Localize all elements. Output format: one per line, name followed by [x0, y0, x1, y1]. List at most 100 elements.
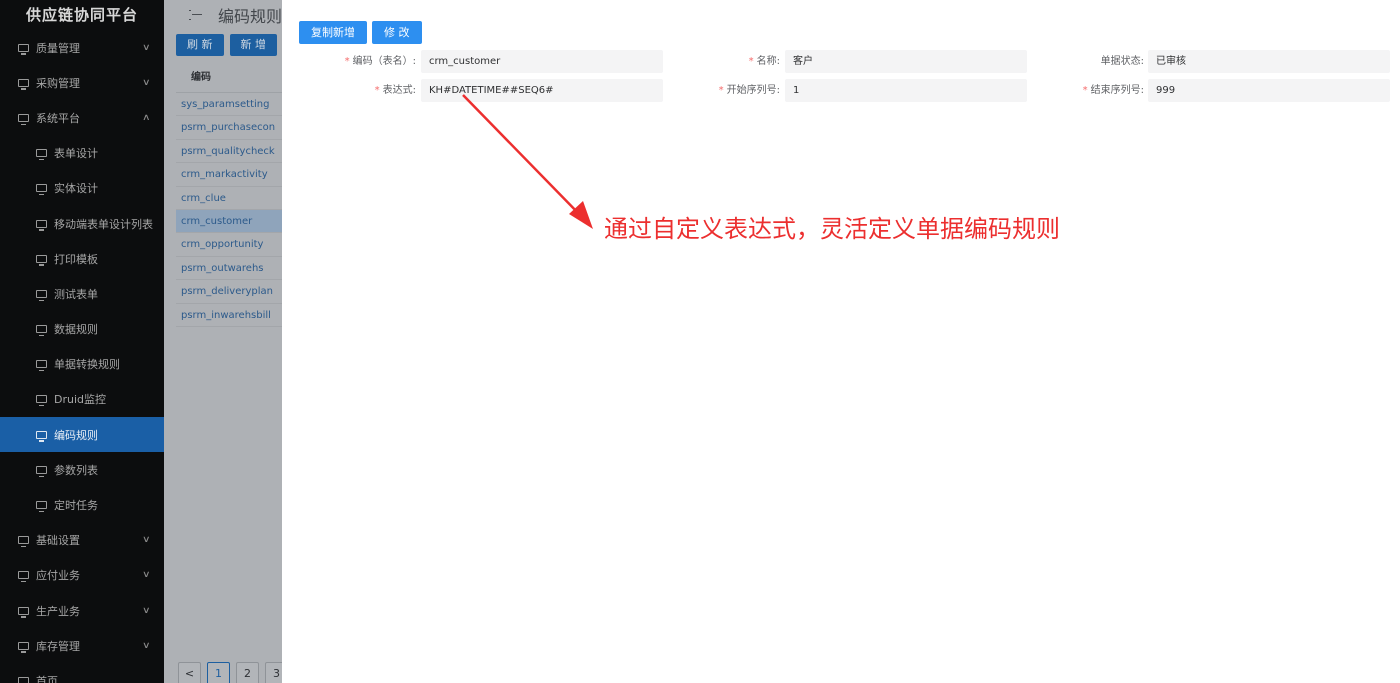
- sidebar-item-coding-rules[interactable]: 编码规则: [0, 417, 164, 453]
- rule-detail-drawer: 复制新增 修 改 * 编码（表名）: crm_customer * 名称: 客户 单…: [282, 0, 1400, 683]
- sidebar-item-label: 参数列表: [54, 463, 98, 477]
- end-seq-label: * 结束序列号:: [1083, 79, 1144, 102]
- code-field[interactable]: crm_customer: [421, 50, 663, 73]
- form-row-1: * 编码（表名）: crm_customer * 名称: 客户 单据状态: 已审核: [282, 50, 1400, 73]
- monitor-icon: [18, 536, 29, 548]
- form-row-2: * 表达式: KH#DATETIME##SEQ6# * 开始序列号: 1 * 结束序列…: [282, 79, 1400, 102]
- table-row-selected[interactable]: crm_customer: [176, 209, 282, 234]
- page-button-3[interactable]: 3: [265, 662, 282, 683]
- coding-rules-list-page: 编码规则 刷 新 新 增 删 除 编码 sys_paramsetting psr…: [164, 0, 282, 683]
- chevron-down-icon: ∨: [142, 570, 151, 581]
- sidebar-item-label: 应付业务: [36, 569, 80, 583]
- expression-field[interactable]: KH#DATETIME##SEQ6#: [421, 79, 663, 102]
- start-seq-field[interactable]: 1: [785, 79, 1027, 102]
- sidebar-item-production[interactable]: 生产业务 ∨: [0, 593, 164, 628]
- menu-fold-icon[interactable]: [189, 10, 202, 20]
- sidebar-item-label: 移动端表单设计列表: [54, 217, 153, 231]
- sidebar-item-home[interactable]: 首页: [0, 663, 164, 683]
- sidebar-item-bill-conversion[interactable]: 单据转换规则: [0, 347, 164, 382]
- code-label-text: 编码（表名）:: [352, 56, 416, 67]
- monitor-icon: [36, 430, 47, 442]
- sidebar-item-label: 基础设置: [36, 534, 80, 548]
- chevron-down-icon: ∨: [142, 640, 151, 651]
- monitor-icon: [36, 501, 47, 513]
- required-mark: *: [374, 85, 380, 96]
- list-toolbar: 刷 新 新 增 删 除: [176, 34, 282, 56]
- chevron-down-icon: ∨: [142, 77, 151, 88]
- brand-title: 供应链协同平台: [25, 6, 138, 24]
- end-seq-label-text: 结束序列号:: [1090, 85, 1144, 96]
- sidebar-item-scheduled-tasks[interactable]: 定时任务: [0, 487, 164, 522]
- sidebar-item-label: 编码规则: [54, 428, 98, 442]
- monitor-icon: [36, 465, 47, 477]
- table-row[interactable]: psrm_purchasecon: [176, 116, 282, 140]
- sidebar-item-quality[interactable]: 质量管理 ∨: [0, 30, 164, 65]
- sidebar-item-label: 单据转换规则: [54, 358, 120, 372]
- sidebar-item-entity-design[interactable]: 实体设计: [0, 171, 164, 206]
- sidebar-item-test-form[interactable]: 测试表单: [0, 276, 164, 311]
- sidebar-item-form-design[interactable]: 表单设计: [0, 136, 164, 171]
- status-field[interactable]: 已审核: [1148, 50, 1390, 73]
- sidebar-menu: 质量管理 ∨ 采购管理 ∨ 系统平台 ∧ 表单设计 实体设计 移动端表单设计列表…: [0, 30, 164, 683]
- end-seq-field[interactable]: 999: [1148, 79, 1390, 102]
- monitor-icon: [36, 395, 47, 407]
- sidebar-item-inventory[interactable]: 库存管理 ∨: [0, 628, 164, 663]
- sidebar-item-label: 库存管理: [36, 639, 80, 653]
- monitor-icon: [18, 641, 29, 653]
- required-mark: *: [718, 85, 724, 96]
- copy-add-button[interactable]: 复制新增: [299, 21, 367, 44]
- table-row[interactable]: crm_markactivity: [176, 163, 282, 187]
- add-button[interactable]: 新 增: [229, 34, 277, 56]
- table-row[interactable]: psrm_deliveryplan: [176, 280, 282, 304]
- sidebar-item-label: 实体设计: [54, 182, 98, 196]
- refresh-button[interactable]: 刷 新: [176, 34, 224, 56]
- monitor-icon: [18, 43, 29, 55]
- sidebar-item-data-rules[interactable]: 数据规则: [0, 312, 164, 347]
- code-label: * 编码（表名）:: [345, 50, 416, 73]
- monitor-icon: [18, 571, 29, 583]
- sidebar-item-druid-monitor[interactable]: Druid监控: [0, 382, 164, 417]
- chevron-up-icon: ∧: [142, 112, 151, 123]
- sidebar-item-purchase[interactable]: 采购管理 ∨: [0, 65, 164, 100]
- sidebar-item-param-list[interactable]: 参数列表: [0, 452, 164, 487]
- table-row[interactable]: psrm_inwarehsbill: [176, 304, 282, 327]
- sidebar: 供应链协同平台 质量管理 ∨ 采购管理 ∨ 系统平台 ∧ 表单设计 实体设计 移…: [0, 0, 164, 683]
- status-label: 单据状态:: [1100, 56, 1144, 67]
- name-label: * 名称:: [749, 50, 780, 73]
- table-row[interactable]: psrm_qualitycheck: [176, 140, 282, 164]
- required-mark: *: [748, 56, 754, 67]
- expression-label-text: 表达式:: [382, 85, 416, 96]
- table-row[interactable]: crm_clue: [176, 187, 282, 210]
- sidebar-item-mobile-form-design[interactable]: 移动端表单设计列表: [0, 206, 164, 241]
- sidebar-item-label: 定时任务: [54, 499, 98, 513]
- sidebar-item-system-platform[interactable]: 系统平台 ∧: [0, 100, 164, 135]
- name-field[interactable]: 客户: [785, 50, 1027, 73]
- monitor-icon: [36, 149, 47, 161]
- page-button-2[interactable]: 2: [236, 662, 259, 683]
- chevron-down-icon: ∨: [142, 605, 151, 616]
- sidebar-item-basic-settings[interactable]: 基础设置 ∨: [0, 523, 164, 558]
- chevron-down-icon: ∨: [142, 42, 151, 53]
- modify-button[interactable]: 修 改: [372, 21, 422, 44]
- monitor-icon: [36, 289, 47, 301]
- sidebar-item-label: 首页: [36, 674, 58, 683]
- sidebar-item-label: 采购管理: [36, 76, 80, 90]
- list-header: 编码规则: [164, 0, 282, 30]
- name-label-text: 名称:: [756, 56, 780, 67]
- sidebar-item-label: 测试表单: [54, 287, 98, 301]
- monitor-icon: [18, 676, 29, 683]
- monitor-icon: [36, 184, 47, 196]
- table-row[interactable]: psrm_outwarehs: [176, 257, 282, 281]
- app-root: 供应链协同平台 质量管理 ∨ 采购管理 ∨ 系统平台 ∧ 表单设计 实体设计 移…: [0, 0, 1400, 683]
- page-title: 编码规则: [217, 7, 282, 26]
- sidebar-item-payables[interactable]: 应付业务 ∨: [0, 558, 164, 593]
- sidebar-item-print-template[interactable]: 打印模板: [0, 241, 164, 276]
- table-row[interactable]: crm_opportunity: [176, 233, 282, 257]
- start-seq-label-text: 开始序列号:: [726, 85, 780, 96]
- page-button-1[interactable]: 1: [207, 662, 230, 683]
- table-row[interactable]: sys_paramsetting: [176, 93, 282, 117]
- monitor-icon: [36, 360, 47, 372]
- prev-page-button[interactable]: <: [178, 662, 201, 683]
- drawer-toolbar: 复制新增 修 改: [299, 21, 422, 44]
- sidebar-item-label: 生产业务: [36, 604, 80, 618]
